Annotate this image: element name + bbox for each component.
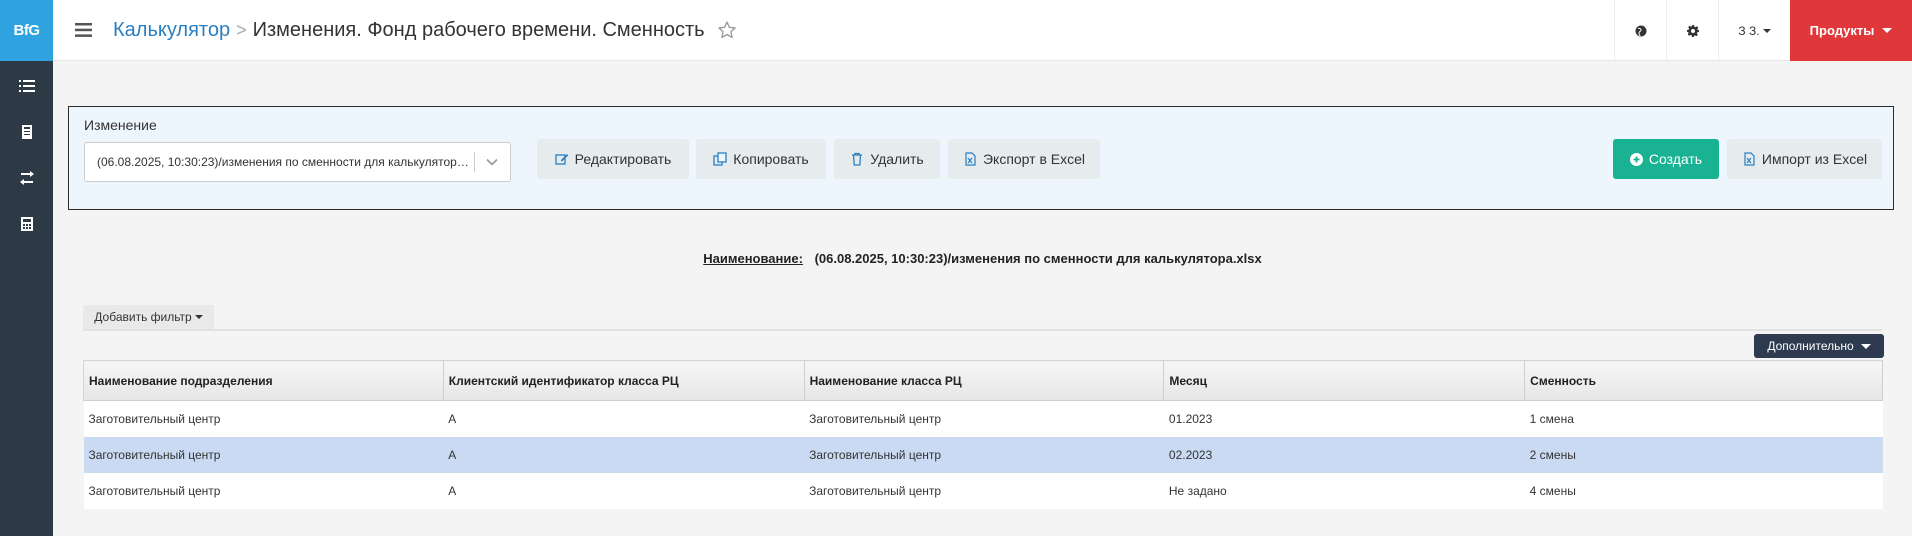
- breadcrumb: Калькулятор > Изменения. Фонд рабочего в…: [113, 19, 737, 42]
- change-label: Изменение: [84, 117, 157, 133]
- copy-label: Копировать: [733, 151, 809, 167]
- trash-icon: [852, 152, 863, 166]
- edit-label: Редактировать: [574, 151, 672, 167]
- table-cell: 2 смены: [1524, 436, 1883, 473]
- user-name: З З.: [1738, 23, 1760, 38]
- favorite-star-icon[interactable]: [717, 20, 737, 40]
- table-cell: А: [443, 436, 805, 473]
- app-logo[interactable]: BfG: [0, 0, 53, 61]
- table-cell: Заготовительный центр: [804, 400, 1164, 437]
- copy-icon: [713, 152, 727, 166]
- more-options-label: Дополнительно: [1767, 339, 1854, 353]
- user-menu[interactable]: З З.: [1718, 0, 1790, 61]
- copy-button[interactable]: Копировать: [696, 139, 826, 179]
- caret-down-icon: [1860, 343, 1871, 349]
- table-row[interactable]: Заготовительный центр А Заготовительный …: [83, 400, 1883, 437]
- table-cell: Заготовительный центр: [83, 400, 444, 437]
- table-cell: 02.2023: [1163, 436, 1525, 473]
- import-label: Импорт из Excel: [1761, 151, 1868, 167]
- change-select[interactable]: (06.08.2025, 10:30:23)/изменения по смен…: [84, 142, 511, 182]
- table-cell: Заготовительный центр: [804, 472, 1164, 509]
- import-excel-button[interactable]: Импорт из Excel: [1727, 139, 1882, 179]
- create-label: Создать: [1648, 151, 1703, 167]
- delete-label: Удалить: [870, 151, 924, 167]
- delete-button[interactable]: Удалить: [834, 139, 940, 179]
- caret-down-icon: [194, 315, 203, 319]
- table-cell: А: [443, 400, 805, 437]
- table-cell: А: [443, 472, 805, 509]
- sidebar: BfG: [0, 0, 53, 536]
- table-row[interactable]: Заготовительный центр А Заготовительный …: [83, 472, 1883, 509]
- settings-gear-icon[interactable]: [1666, 0, 1718, 61]
- sidebar-book-icon[interactable]: [0, 109, 53, 155]
- export-excel-button[interactable]: Экспорт в Excel: [948, 139, 1100, 179]
- edit-button[interactable]: Редактировать: [537, 139, 689, 179]
- record-name-value: (06.08.2025, 10:30:23)/изменения по смен…: [814, 251, 1262, 266]
- record-name-label: Наименование:: [703, 251, 803, 266]
- change-select-value: (06.08.2025, 10:30:23)/изменения по смен…: [97, 155, 471, 169]
- globe-icon[interactable]: [1614, 0, 1666, 61]
- top-header: Калькулятор > Изменения. Фонд рабочего в…: [53, 0, 1912, 61]
- page-title: Изменения. Фонд рабочего времени. Сменно…: [252, 18, 705, 41]
- products-label: Продукты: [1809, 23, 1875, 38]
- products-button[interactable]: Продукты: [1790, 0, 1912, 61]
- column-header-shift[interactable]: Сменность: [1524, 360, 1883, 401]
- table-cell: Заготовительный центр: [804, 436, 1164, 473]
- breadcrumb-separator: >: [236, 19, 247, 40]
- column-header-division[interactable]: Наименование подразделения: [83, 360, 444, 401]
- table-cell: Заготовительный центр: [83, 436, 444, 473]
- breadcrumb-calculator-link[interactable]: Калькулятор: [113, 19, 230, 42]
- export-label: Экспорт в Excel: [982, 151, 1086, 167]
- excel-file-icon: [1744, 152, 1755, 166]
- data-table: Наименование подразделения Клиентский ид…: [83, 360, 1883, 509]
- plus-circle-icon: [1629, 152, 1643, 166]
- table-cell: 4 смены: [1524, 472, 1883, 509]
- excel-file-icon: [965, 152, 976, 166]
- change-panel: Изменение (06.08.2025, 10:30:23)/изменен…: [68, 106, 1894, 210]
- sidebar-list-icon[interactable]: [0, 63, 53, 109]
- column-header-month[interactable]: Месяц: [1163, 360, 1526, 401]
- table-cell: 1 смена: [1524, 400, 1883, 437]
- table-cell: Заготовительный центр: [83, 472, 444, 509]
- add-filter-button[interactable]: Добавить фильтр: [83, 305, 214, 329]
- header-actions: З З. Продукты: [1614, 0, 1912, 61]
- select-divider: [474, 152, 475, 172]
- table-header-row: Наименование подразделения Клиентский ид…: [83, 360, 1883, 401]
- create-button[interactable]: Создать: [1613, 139, 1719, 179]
- chevron-down-icon: [486, 158, 498, 166]
- edit-icon: [554, 154, 568, 165]
- add-filter-label: Добавить фильтр: [94, 310, 192, 324]
- sidebar-exchange-icon[interactable]: [0, 155, 53, 201]
- column-header-class-name[interactable]: Наименование класса РЦ: [804, 360, 1165, 401]
- table-cell: 01.2023: [1163, 400, 1525, 437]
- more-options-button[interactable]: Дополнительно: [1754, 334, 1884, 358]
- table-row[interactable]: Заготовительный центр А Заготовительный …: [83, 436, 1883, 473]
- sidebar-calculator-icon[interactable]: [0, 201, 53, 247]
- filter-divider: [83, 329, 1883, 331]
- column-header-client-id[interactable]: Клиентский идентификатор класса РЦ: [443, 360, 805, 401]
- caret-down-icon: [1762, 28, 1771, 33]
- menu-toggle-icon[interactable]: [53, 0, 113, 61]
- caret-down-icon: [1882, 28, 1893, 33]
- record-name-line: Наименование: (06.08.2025, 10:30:23)/изм…: [0, 251, 1912, 266]
- table-cell: Не задано: [1163, 472, 1525, 509]
